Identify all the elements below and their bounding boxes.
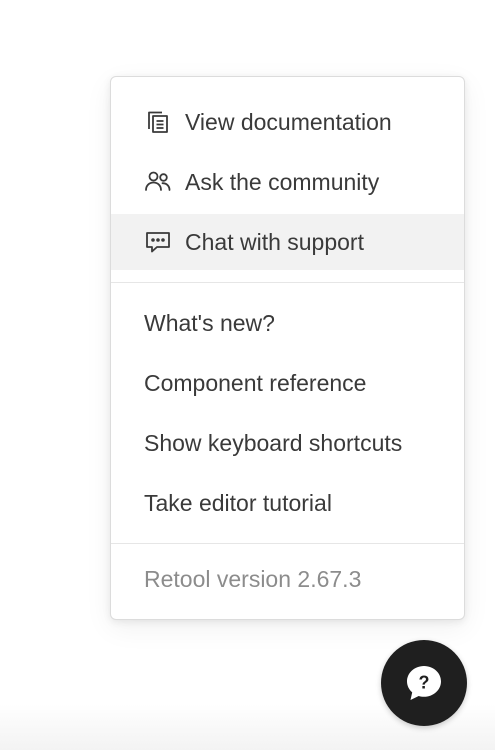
help-menu-secondary-section: What's new? Component reference Show key… (111, 283, 464, 544)
help-question-icon: ? (407, 666, 441, 700)
help-menu-primary-section: View documentation Ask the community Cha… (111, 77, 464, 283)
version-text: Retool version 2.67.3 (144, 565, 362, 592)
help-menu: View documentation Ask the community Cha… (110, 76, 465, 620)
menu-item-label: Ask the community (185, 168, 380, 195)
help-button[interactable]: ? (381, 640, 467, 726)
page: View documentation Ask the community Cha… (0, 0, 495, 750)
menu-item-label: Component reference (144, 369, 367, 396)
menu-item-view-documentation[interactable]: View documentation (111, 94, 464, 150)
chat-support-icon (144, 228, 172, 256)
menu-item-editor-tutorial[interactable]: Take editor tutorial (111, 475, 464, 531)
community-icon (144, 168, 172, 196)
help-question-glyph: ? (419, 673, 430, 693)
menu-item-label: What's new? (144, 309, 275, 336)
menu-item-label: View documentation (185, 108, 392, 135)
menu-item-whats-new[interactable]: What's new? (111, 295, 464, 351)
menu-item-keyboard-shortcuts[interactable]: Show keyboard shortcuts (111, 415, 464, 471)
menu-item-label: Take editor tutorial (144, 489, 332, 516)
menu-item-ask-community[interactable]: Ask the community (111, 154, 464, 210)
menu-item-chat-support[interactable]: Chat with support (111, 214, 464, 270)
documentation-icon (144, 108, 172, 136)
menu-item-label: Chat with support (185, 228, 364, 255)
menu-item-component-reference[interactable]: Component reference (111, 355, 464, 411)
menu-item-label: Show keyboard shortcuts (144, 429, 403, 456)
